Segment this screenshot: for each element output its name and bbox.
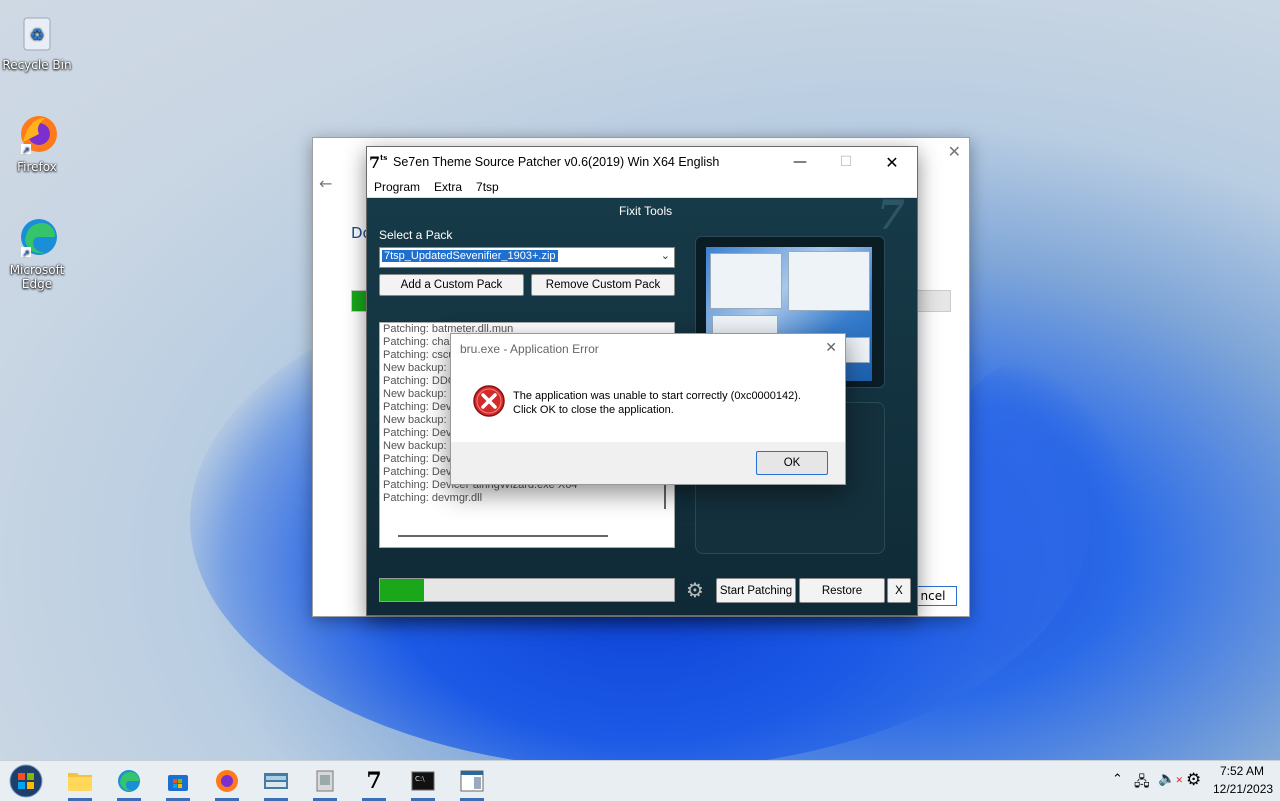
- settings-gear-icon[interactable]: ⚙: [1186, 770, 1201, 790]
- ok-button[interactable]: OK: [756, 451, 828, 475]
- remove-custom-pack-button[interactable]: Remove Custom Pack: [531, 274, 675, 296]
- 7tsp-logo-icon: 7ts: [369, 152, 388, 172]
- desktop-icon-edge[interactable]: ↗ Microsoft Edge: [0, 215, 74, 291]
- taskbar: 7 C:\ ⌃ 🖧 🔈✕ ⚙ 7:52 AM 12/21/2023: [0, 760, 1280, 801]
- svg-text:↗: ↗: [22, 146, 30, 156]
- edge-icon: ↗: [15, 215, 59, 259]
- x-button[interactable]: X: [887, 578, 911, 603]
- desktop-icon-recycle-bin[interactable]: ♻ Recycle Bin: [0, 10, 74, 72]
- section-title: Fixit Tools: [619, 204, 673, 218]
- svg-text:♻: ♻: [30, 25, 44, 44]
- error-message-line1: The application was unable to start corr…: [513, 390, 801, 402]
- restore-button[interactable]: Restore: [799, 578, 885, 603]
- volume-muted-icon[interactable]: 🔈✕: [1158, 771, 1183, 787]
- keyboard-app-icon[interactable]: [256, 765, 296, 801]
- desktop-icon-label: Firefox: [17, 160, 57, 174]
- chevron-down-icon: ⌄: [660, 249, 670, 262]
- title-bar: 7ts Se7en Theme Source Patcher v0.6(2019…: [367, 147, 917, 177]
- desktop-icon-label: Recycle Bin: [2, 58, 72, 72]
- log-line: Patching: devmgr.dll: [383, 492, 483, 504]
- 7tsp-taskbar-icon[interactable]: 7: [354, 765, 394, 801]
- network-icon[interactable]: 🖧: [1134, 771, 1150, 795]
- patch-progress-bar: [379, 578, 675, 602]
- error-icon: [472, 384, 506, 421]
- progress-fill: [380, 579, 425, 601]
- error-dialog-title: bru.exe - Application Error: [460, 342, 599, 356]
- menu-7tsp[interactable]: 7tsp: [469, 180, 506, 194]
- gear-icon[interactable]: ⚙: [682, 578, 708, 602]
- close-button[interactable]: ✕: [869, 147, 915, 177]
- desktop-icon-firefox[interactable]: ↗ Firefox: [0, 112, 74, 174]
- select-pack-label: Select a Pack: [379, 228, 453, 242]
- store-icon[interactable]: [158, 765, 198, 801]
- error-dialog-content: The application was unable to start corr…: [451, 364, 845, 442]
- start-patching-button[interactable]: Start Patching: [716, 578, 796, 603]
- clock-date[interactable]: 12/21/2023: [1213, 782, 1273, 796]
- installer-icon[interactable]: [305, 765, 345, 801]
- desktop-icon-label: Microsoft Edge: [9, 263, 65, 291]
- menu-program[interactable]: Program: [367, 180, 427, 194]
- window-app-icon[interactable]: [452, 765, 492, 801]
- show-hidden-icons-icon[interactable]: ⌃: [1112, 772, 1123, 787]
- minimize-button[interactable]: —: [777, 147, 823, 177]
- pack-dropdown[interactable]: 7tsp_UpdatedSevenifier_1903+.zip ⌄: [379, 247, 675, 268]
- start-button[interactable]: [6, 764, 46, 798]
- clock-time[interactable]: 7:52 AM: [1220, 764, 1264, 778]
- command-prompt-icon[interactable]: C:\: [403, 765, 443, 801]
- error-message-line2: Click OK to close the application.: [513, 404, 674, 416]
- window-title: Se7en Theme Source Patcher v0.6(2019) Wi…: [393, 155, 720, 169]
- svg-text:↗: ↗: [22, 249, 30, 259]
- firefox-icon: ↗: [15, 112, 59, 156]
- back-arrow-icon[interactable]: ←: [319, 174, 332, 193]
- recycle-bin-icon: ♻: [15, 10, 59, 54]
- svg-text:C:\: C:\: [415, 775, 425, 783]
- close-icon[interactable]: ✕: [825, 339, 837, 356]
- application-error-dialog: bru.exe - Application Error ✕ The applic…: [450, 333, 846, 485]
- add-custom-pack-button[interactable]: Add a Custom Pack: [379, 274, 524, 296]
- menu-bar: Program Extra 7tsp: [367, 177, 917, 198]
- menu-extra[interactable]: Extra: [427, 180, 469, 194]
- 7tsp-watermark-icon: 7: [877, 192, 905, 239]
- firefox-taskbar-icon[interactable]: [207, 765, 247, 801]
- maximize-button[interactable]: ☐: [823, 147, 869, 177]
- log-horizontal-scrollbar[interactable]: [398, 535, 608, 537]
- pack-dropdown-value: 7tsp_UpdatedSevenifier_1903+.zip: [382, 250, 558, 262]
- edge-taskbar-icon[interactable]: [109, 765, 149, 801]
- close-icon[interactable]: ✕: [948, 142, 961, 161]
- file-explorer-icon[interactable]: [60, 765, 100, 801]
